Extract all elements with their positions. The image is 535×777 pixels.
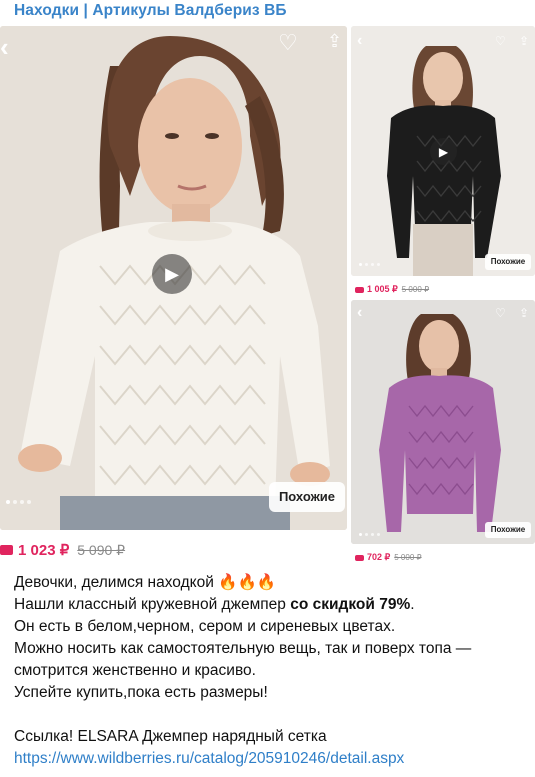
play-icon[interactable]: ▶ [430, 138, 457, 165]
top-old-price: 5 000 ₽ [401, 285, 430, 294]
price-tag-icon [355, 554, 364, 561]
message-line-text: Девочки, делимся находкой [14, 574, 214, 591]
similar-button[interactable]: Похожие [485, 254, 531, 270]
carousel-dots [6, 500, 31, 504]
back-arrow-icon[interactable]: ‹ [357, 304, 362, 322]
top-price-row: 1 005 ₽ 5 000 ₽ [355, 284, 429, 295]
channel-title[interactable]: Находки | Артикулы Валдбериз ВБ [14, 2, 287, 26]
bottom-price: 702 ₽ [367, 552, 391, 562]
top-price: 1 005 ₽ [367, 284, 398, 294]
back-arrow-icon[interactable]: ‹ [0, 32, 9, 63]
purple-sweater-photo[interactable]: ‹ ♡ ⇪ Похожие [351, 300, 535, 544]
heart-icon[interactable]: ♡ [495, 34, 506, 48]
share-icon[interactable]: ⇪ [327, 31, 342, 52]
back-arrow-icon[interactable]: ‹ [357, 32, 362, 50]
fire-emoji: 🔥🔥🔥 [218, 574, 277, 591]
share-icon[interactable]: ⇪ [519, 306, 529, 320]
message-line: Он есть в белом,черном, сером и сиреневы… [14, 618, 396, 635]
carousel-dots [359, 263, 380, 266]
message-line: Девочки, делимся находкой 🔥🔥🔥 [14, 572, 524, 594]
discount-highlight: со скидкой 79% [290, 596, 411, 613]
model-purple-sweater-image [351, 300, 535, 544]
black-sweater-photo[interactable]: ‹ ♡ ⇪ ▶ Похожие [351, 26, 535, 276]
message-text: Девочки, делимся находкой 🔥🔥🔥 Нашли клас… [14, 572, 524, 770]
heart-icon[interactable]: ♡ [495, 306, 506, 320]
message-line: Нашли классный кружевной джемпер со скид… [14, 594, 524, 616]
message-line-text: . [410, 596, 415, 613]
main-price: 1 023 ₽ [18, 542, 70, 559]
play-icon[interactable]: ▶ [152, 254, 192, 294]
message-line: Успейте купить,пока есть размеры! [14, 684, 268, 701]
main-price-row: 1 023 ₽ 5 090 ₽ [0, 541, 125, 559]
price-tag-icon [0, 545, 13, 555]
similar-button[interactable]: Похожие [269, 482, 345, 512]
similar-button[interactable]: Похожие [485, 522, 531, 538]
message-line: Ссылка! ELSARA Джемпер нарядный сетка [14, 728, 327, 745]
message-line-text: Нашли классный кружевной джемпер [14, 596, 291, 613]
bottom-old-price: 5 000 ₽ [394, 553, 422, 562]
bottom-price-row: 702 ₽ 5 000 ₽ [355, 552, 422, 563]
carousel-dots [359, 533, 380, 536]
heart-icon[interactable]: ♡ [278, 30, 298, 56]
main-product-photo[interactable]: ‹ ♡ ⇪ ▶ Похожие [0, 26, 347, 530]
main-old-price: 5 090 ₽ [77, 541, 126, 558]
product-link[interactable]: https://www.wildberries.ru/catalog/20591… [14, 748, 524, 770]
price-tag-icon [355, 286, 364, 293]
message-line: Можно носить как самостоятельную вещь, т… [14, 640, 472, 657]
message-line: смотрится женственно и красиво. [14, 662, 256, 679]
share-icon[interactable]: ⇪ [519, 34, 529, 48]
